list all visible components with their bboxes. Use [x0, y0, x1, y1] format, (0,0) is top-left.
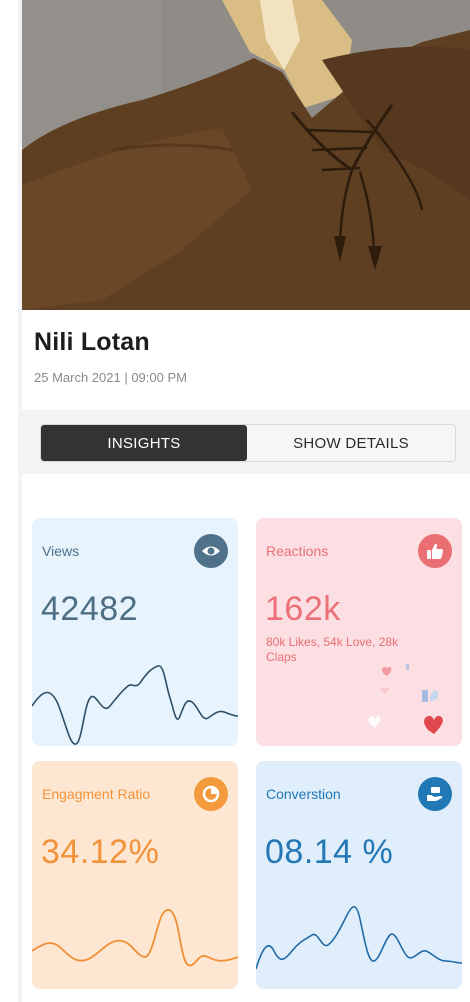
conversion-card[interactable]: Converstion 08.14 % [256, 761, 462, 989]
thumbs-up-icon [418, 534, 452, 568]
tab-show-details[interactable]: SHOW DETAILS [247, 425, 455, 461]
post-datetime: 25 March 2021 | 09:00 PM [34, 370, 187, 385]
reactions-label: Reactions [266, 543, 329, 559]
views-value: 42482 [41, 590, 139, 628]
engagement-sparkline [32, 908, 238, 967]
insights-cards: Views 42482 Reactions 162k 80k Likes, 54… [22, 474, 470, 1002]
engagement-card[interactable]: Engagment Ratio 34.12% [32, 761, 238, 989]
engagement-label: Engagment Ratio [42, 786, 151, 802]
reactions-card[interactable]: Reactions 162k 80k Likes, 54k Love, 28k … [256, 518, 462, 746]
tab-insights[interactable]: INSIGHTS [41, 425, 247, 461]
engagement-value: 34.12% [41, 833, 160, 871]
eye-icon [194, 534, 228, 568]
post-image[interactable] [22, 0, 470, 310]
model-photo-illustration [22, 0, 470, 310]
floating-reactions [368, 664, 443, 734]
post-insights-screen: Nili Lotan 25 March 2021 | 09:00 PM INSI… [18, 0, 470, 1002]
pie-chart-icon [194, 777, 228, 811]
post-header: Nili Lotan 25 March 2021 | 09:00 PM [22, 310, 470, 410]
reactions-value: 162k [265, 590, 341, 628]
tabs-section: INSIGHTS SHOW DETAILS [22, 410, 470, 474]
conversion-label: Converstion [266, 786, 341, 802]
conversion-value: 08.14 % [265, 833, 394, 871]
post-title: Nili Lotan [34, 328, 150, 356]
conversion-sparkline [256, 905, 462, 970]
hand-money-icon [418, 777, 452, 811]
views-label: Views [42, 543, 80, 559]
segmented-tabs: INSIGHTS SHOW DETAILS [40, 424, 456, 462]
views-card[interactable]: Views 42482 [32, 518, 238, 746]
views-sparkline [32, 665, 238, 745]
